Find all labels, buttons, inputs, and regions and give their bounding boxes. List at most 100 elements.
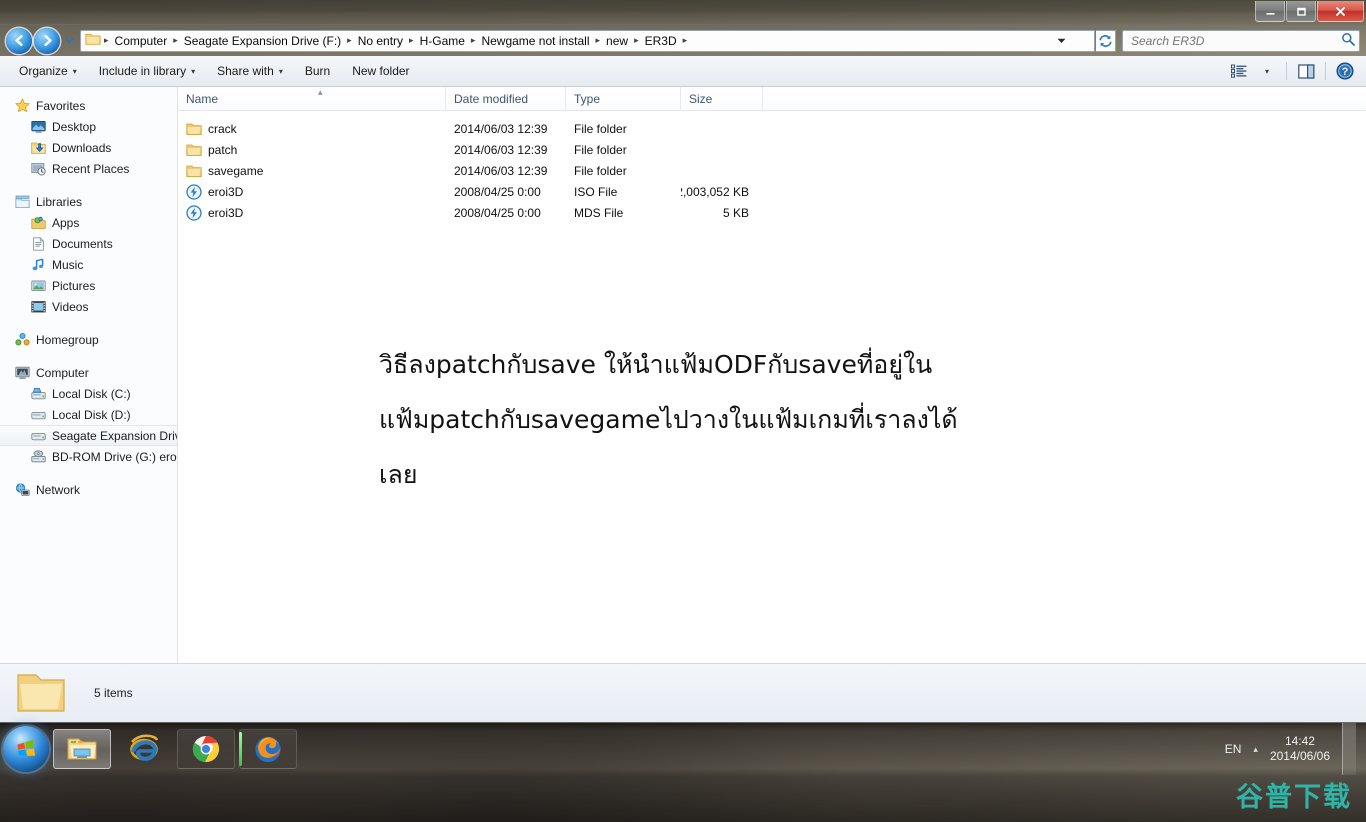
breadcrumb-item-no-entry[interactable]: No entry [353, 32, 408, 50]
breadcrumb-item-seagate[interactable]: Seagate Expansion Drive (F:) [179, 32, 346, 50]
table-row[interactable]: patch 2014/06/03 12:39 File folder [178, 139, 1366, 160]
watermark: 谷普下载 [1236, 782, 1352, 813]
table-row[interactable]: eroi3D 2008/04/25 0:00 MDS File 5 KB [178, 202, 1366, 223]
sidebar-item-network[interactable]: Network [0, 479, 177, 500]
share-with-button[interactable]: Share with ▾ [206, 59, 294, 83]
organize-label: Organize [19, 64, 68, 78]
breadcrumb-item-newgame-not-install[interactable]: Newgame not install [476, 32, 594, 50]
taskbar: EN ▴ 14:42 2014/06/06 [0, 722, 1366, 822]
refresh-button[interactable] [1096, 29, 1116, 52]
view-list-icon [1231, 64, 1247, 78]
svg-text:?: ? [1342, 66, 1349, 78]
file-name: savegame [208, 163, 264, 178]
file-name: eroi3D [208, 184, 244, 199]
windows-logo-icon [17, 739, 36, 756]
sidebar-item-favorites[interactable]: Favorites [0, 95, 177, 116]
breadcrumb-item-computer[interactable]: Computer [110, 32, 173, 50]
sidebar-label: Network [36, 482, 81, 497]
sidebar-item-homegroup[interactable]: Homegroup [0, 329, 177, 350]
sidebar-item-local-disk-c[interactable]: Local Disk (C:) [0, 383, 177, 404]
sidebar-label: Apps [52, 215, 80, 230]
file-list-pane[interactable]: Name Date modified Type Size ▴ crack 201… [178, 86, 1366, 663]
preview-pane-button[interactable] [1293, 59, 1319, 83]
sidebar-item-videos[interactable]: Videos [0, 296, 177, 317]
nav-group-network: Network [0, 479, 177, 500]
thai-instruction-note: วิธีลงpatchกับsave ให้นำแฟ้มODFกับsaveที… [379, 337, 999, 502]
start-button[interactable] [3, 726, 49, 772]
sidebar-item-documents[interactable]: Documents [0, 233, 177, 254]
history-dropdown-button[interactable] [62, 28, 76, 54]
change-view-dropdown[interactable]: ▾ [1254, 59, 1280, 83]
file-type: File folder [574, 163, 627, 178]
column-header-date-modified[interactable]: Date modified [446, 86, 566, 111]
search-input[interactable] [1131, 33, 1341, 48]
show-desktop-button[interactable] [1342, 723, 1356, 775]
change-view-button[interactable] [1226, 59, 1252, 83]
breadcrumb-item-new[interactable]: new [601, 32, 633, 50]
table-row[interactable]: savegame 2014/06/03 12:39 File folder [178, 160, 1366, 181]
close-button[interactable] [1317, 1, 1364, 22]
sidebar-item-music[interactable]: Music [0, 254, 177, 275]
minimize-button[interactable] [1255, 1, 1285, 22]
breadcrumb-dropdown-button[interactable] [1052, 31, 1070, 51]
taskbar-google-chrome[interactable] [177, 729, 235, 769]
language-indicator[interactable]: EN [1225, 742, 1242, 756]
back-button[interactable] [6, 27, 32, 54]
drive-icon [30, 428, 46, 444]
sidebar-item-computer[interactable]: Computer [0, 362, 177, 383]
clock[interactable]: 14:42 2014/06/06 [1270, 734, 1330, 764]
system-drive-icon [30, 386, 46, 402]
search-box[interactable] [1122, 29, 1360, 52]
folder-icon [186, 163, 202, 179]
sidebar-item-seagate-expansion-drive[interactable]: Seagate Expansion Drive [0, 425, 177, 446]
music-icon [30, 257, 46, 273]
column-header-size[interactable]: Size [681, 86, 763, 111]
sidebar-item-downloads[interactable]: Downloads [0, 137, 177, 158]
file-type: File folder [574, 121, 627, 136]
show-hidden-icons-button[interactable]: ▴ [1253, 744, 1258, 755]
toolbar-divider [1286, 62, 1287, 80]
sidebar-item-desktop[interactable]: Desktop [0, 116, 177, 137]
breadcrumb-item-er3d[interactable]: ER3D [640, 32, 682, 50]
nav-group-computer: Computer Local Disk (C:) Local Disk (D:) [0, 362, 177, 467]
help-button[interactable]: ? [1332, 59, 1358, 83]
sidebar-label: Recent Places [52, 161, 130, 176]
include-in-library-button[interactable]: Include in library ▾ [88, 59, 206, 83]
table-row[interactable]: eroi3D 2008/04/25 0:00 ISO File 2,003,05… [178, 181, 1366, 202]
network-icon [14, 482, 30, 498]
taskbar-internet-explorer[interactable] [115, 729, 173, 769]
help-icon: ? [1336, 62, 1354, 80]
sidebar-item-local-disk-d[interactable]: Local Disk (D:) [0, 404, 177, 425]
sidebar-item-pictures[interactable]: Pictures [0, 275, 177, 296]
column-header-name[interactable]: Name [178, 86, 446, 111]
breadcrumb-item-h-game[interactable]: H-Game [415, 32, 470, 50]
disc-image-icon [186, 183, 202, 200]
breadcrumb[interactable]: ▸ Computer ▸ Seagate Expansion Drive (F:… [80, 29, 1095, 52]
table-row[interactable]: crack 2014/06/03 12:39 File folder [178, 118, 1366, 139]
clock-time: 14:42 [1284, 734, 1315, 748]
sidebar-item-bd-rom-drive[interactable]: BD-ROM Drive (G:) eroi3 [0, 446, 177, 467]
documents-icon [30, 236, 46, 252]
title-bar [0, 0, 1366, 25]
chevron-down-icon: ▾ [191, 66, 196, 76]
sidebar-item-apps[interactable]: Apps [0, 212, 177, 233]
file-size: 2,003,052 KB [681, 184, 749, 199]
column-header-type[interactable]: Type [566, 86, 681, 111]
forward-button[interactable] [34, 27, 60, 54]
organize-button[interactable]: Organize ▾ [8, 59, 88, 83]
disc-image-icon [186, 204, 202, 221]
item-count-label: 5 items [94, 686, 133, 700]
sidebar-label: Computer [36, 365, 89, 380]
sidebar-item-recent-places[interactable]: Recent Places [0, 158, 177, 179]
column-headers: Name Date modified Type Size ▴ [178, 86, 1366, 111]
navigation-pane[interactable]: Favorites Desktop Downloads Recent Place… [0, 87, 178, 663]
sidebar-item-libraries[interactable]: Libraries [0, 191, 177, 212]
firefox-icon [255, 736, 281, 763]
file-date: 2008/04/25 0:00 [454, 184, 541, 199]
maximize-button[interactable] [1286, 1, 1316, 22]
new-folder-button[interactable]: New folder [341, 59, 420, 83]
taskbar-windows-explorer[interactable] [53, 729, 111, 769]
burn-button[interactable]: Burn [294, 59, 341, 83]
taskbar-mozilla-firefox[interactable] [239, 729, 297, 769]
optical-drive-icon [30, 449, 46, 465]
